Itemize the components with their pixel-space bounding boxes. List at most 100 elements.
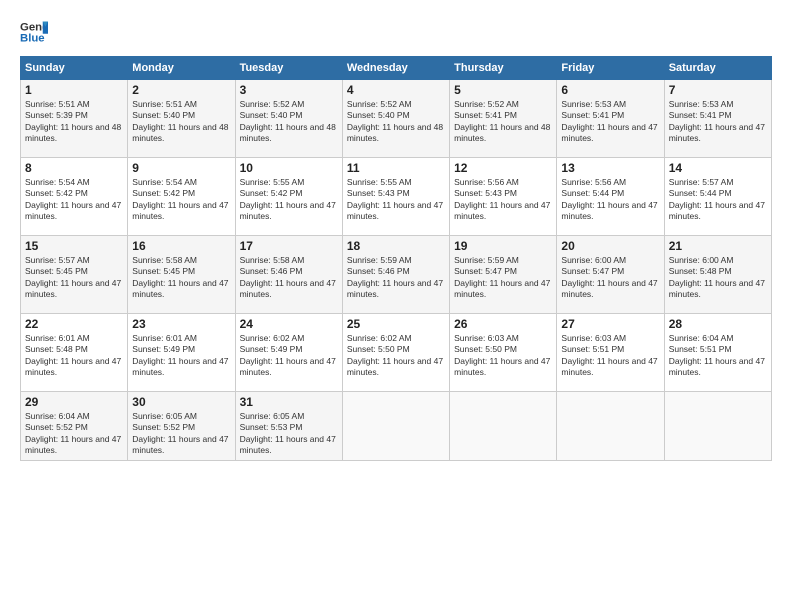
calendar-cell: 8 Sunrise: 5:54 AMSunset: 5:42 PMDaylight…	[21, 158, 128, 236]
calendar-cell: 22 Sunrise: 6:01 AMSunset: 5:48 PMDayligh…	[21, 314, 128, 392]
day-info: Sunrise: 6:02 AMSunset: 5:49 PMDaylight:…	[240, 333, 338, 379]
day-info: Sunrise: 5:56 AMSunset: 5:44 PMDaylight:…	[561, 177, 659, 223]
calendar-cell: 3Sunrise: 5:52 AMSunset: 5:40 PMDaylight…	[235, 80, 342, 158]
day-number: 13	[561, 161, 659, 175]
page: General Blue SundayMondayTuesdayWednesda…	[0, 0, 792, 612]
day-number: 18	[347, 239, 445, 253]
day-number: 29	[25, 395, 123, 409]
calendar-cell: 29 Sunrise: 6:04 AMSunset: 5:52 PMDayligh…	[21, 392, 128, 461]
day-number: 19	[454, 239, 552, 253]
day-info: Sunrise: 5:52 AMSunset: 5:41 PMDaylight:…	[454, 99, 552, 145]
day-info: Sunrise: 5:52 AMSunset: 5:40 PMDaylight:…	[347, 99, 445, 145]
day-number: 6	[561, 83, 659, 97]
svg-text:Blue: Blue	[20, 33, 45, 45]
calendar-cell: 30 Sunrise: 6:05 AMSunset: 5:52 PMDayligh…	[128, 392, 235, 461]
day-number: 17	[240, 239, 338, 253]
weekday-header-saturday: Saturday	[664, 57, 771, 80]
weekday-header-tuesday: Tuesday	[235, 57, 342, 80]
calendar-cell	[557, 392, 664, 461]
header: General Blue	[20, 18, 772, 46]
calendar-cell: 20Sunrise: 6:00 AMSunset: 5:47 PMDayligh…	[557, 236, 664, 314]
day-number: 23	[132, 317, 230, 331]
day-number: 16	[132, 239, 230, 253]
day-number: 8	[25, 161, 123, 175]
calendar-cell: 11 Sunrise: 5:55 AMSunset: 5:43 PMDayligh…	[342, 158, 449, 236]
weekday-header-row: SundayMondayTuesdayWednesdayThursdayFrid…	[21, 57, 772, 80]
calendar-cell	[450, 392, 557, 461]
day-number: 4	[347, 83, 445, 97]
day-number: 27	[561, 317, 659, 331]
day-info: Sunrise: 6:05 AMSunset: 5:53 PMDaylight:…	[240, 411, 338, 457]
weekday-header-monday: Monday	[128, 57, 235, 80]
calendar-cell: 23 Sunrise: 6:01 AMSunset: 5:49 PMDayligh…	[128, 314, 235, 392]
day-info: Sunrise: 5:53 AMSunset: 5:41 PMDaylight:…	[561, 99, 659, 145]
day-number: 28	[669, 317, 767, 331]
day-info: Sunrise: 5:59 AMSunset: 5:47 PMDaylight:…	[454, 255, 552, 301]
day-info: Sunrise: 5:51 AMSunset: 5:39 PMDaylight:…	[25, 99, 123, 145]
calendar-cell: 13 Sunrise: 5:56 AMSunset: 5:44 PMDayligh…	[557, 158, 664, 236]
calendar-cell: 4 Sunrise: 5:52 AMSunset: 5:40 PMDaylight…	[342, 80, 449, 158]
calendar-cell: 16Sunrise: 5:58 AMSunset: 5:45 PMDayligh…	[128, 236, 235, 314]
calendar-cell: 26 Sunrise: 6:03 AMSunset: 5:50 PMDayligh…	[450, 314, 557, 392]
day-info: Sunrise: 5:58 AMSunset: 5:46 PMDaylight:…	[240, 255, 338, 301]
day-info: Sunrise: 5:59 AMSunset: 5:46 PMDaylight:…	[347, 255, 445, 301]
day-info: Sunrise: 5:53 AMSunset: 5:41 PMDaylight:…	[669, 99, 767, 145]
day-info: Sunrise: 6:04 AMSunset: 5:51 PMDaylight:…	[669, 333, 767, 379]
week-row-1: 1 Sunrise: 5:51 AMSunset: 5:39 PMDaylight…	[21, 80, 772, 158]
day-info: Sunrise: 5:55 AMSunset: 5:42 PMDaylight:…	[240, 177, 338, 223]
weekday-header-wednesday: Wednesday	[342, 57, 449, 80]
day-number: 1	[25, 83, 123, 97]
week-row-3: 15Sunrise: 5:57 AMSunset: 5:45 PMDayligh…	[21, 236, 772, 314]
day-number: 5	[454, 83, 552, 97]
weekday-header-thursday: Thursday	[450, 57, 557, 80]
weekday-header-friday: Friday	[557, 57, 664, 80]
day-info: Sunrise: 5:52 AMSunset: 5:40 PMDaylight:…	[240, 99, 338, 145]
day-number: 25	[347, 317, 445, 331]
logo-icon: General Blue	[20, 18, 48, 46]
day-number: 9	[132, 161, 230, 175]
day-info: Sunrise: 5:54 AMSunset: 5:42 PMDaylight:…	[25, 177, 123, 223]
day-number: 20	[561, 239, 659, 253]
day-info: Sunrise: 6:05 AMSunset: 5:52 PMDaylight:…	[132, 411, 230, 457]
calendar-cell: 2Sunrise: 5:51 AMSunset: 5:40 PMDaylight…	[128, 80, 235, 158]
day-number: 30	[132, 395, 230, 409]
day-info: Sunrise: 6:01 AMSunset: 5:48 PMDaylight:…	[25, 333, 123, 379]
calendar-cell: 10 Sunrise: 5:55 AMSunset: 5:42 PMDayligh…	[235, 158, 342, 236]
calendar-cell: 28 Sunrise: 6:04 AMSunset: 5:51 PMDayligh…	[664, 314, 771, 392]
week-row-5: 29 Sunrise: 6:04 AMSunset: 5:52 PMDayligh…	[21, 392, 772, 461]
day-info: Sunrise: 6:04 AMSunset: 5:52 PMDaylight:…	[25, 411, 123, 457]
day-info: Sunrise: 6:00 AMSunset: 5:48 PMDaylight:…	[669, 255, 767, 301]
day-number: 10	[240, 161, 338, 175]
day-number: 11	[347, 161, 445, 175]
calendar-cell	[664, 392, 771, 461]
day-number: 31	[240, 395, 338, 409]
day-info: Sunrise: 6:03 AMSunset: 5:50 PMDaylight:…	[454, 333, 552, 379]
day-info: Sunrise: 5:55 AMSunset: 5:43 PMDaylight:…	[347, 177, 445, 223]
day-info: Sunrise: 6:02 AMSunset: 5:50 PMDaylight:…	[347, 333, 445, 379]
day-info: Sunrise: 5:54 AMSunset: 5:42 PMDaylight:…	[132, 177, 230, 223]
day-info: Sunrise: 6:01 AMSunset: 5:49 PMDaylight:…	[132, 333, 230, 379]
calendar-cell: 17 Sunrise: 5:58 AMSunset: 5:46 PMDayligh…	[235, 236, 342, 314]
day-number: 22	[25, 317, 123, 331]
calendar-cell: 31 Sunrise: 6:05 AMSunset: 5:53 PMDayligh…	[235, 392, 342, 461]
calendar-cell: 24 Sunrise: 6:02 AMSunset: 5:49 PMDayligh…	[235, 314, 342, 392]
calendar-cell: 14Sunrise: 5:57 AMSunset: 5:44 PMDayligh…	[664, 158, 771, 236]
day-info: Sunrise: 5:51 AMSunset: 5:40 PMDaylight:…	[132, 99, 230, 145]
day-number: 21	[669, 239, 767, 253]
week-row-4: 22 Sunrise: 6:01 AMSunset: 5:48 PMDayligh…	[21, 314, 772, 392]
calendar-cell: 19 Sunrise: 5:59 AMSunset: 5:47 PMDayligh…	[450, 236, 557, 314]
day-number: 24	[240, 317, 338, 331]
calendar-cell: 21 Sunrise: 6:00 AMSunset: 5:48 PMDayligh…	[664, 236, 771, 314]
day-number: 26	[454, 317, 552, 331]
weekday-header-sunday: Sunday	[21, 57, 128, 80]
calendar-cell: 6 Sunrise: 5:53 AMSunset: 5:41 PMDaylight…	[557, 80, 664, 158]
calendar-cell: 12Sunrise: 5:56 AMSunset: 5:43 PMDayligh…	[450, 158, 557, 236]
calendar-cell: 15Sunrise: 5:57 AMSunset: 5:45 PMDayligh…	[21, 236, 128, 314]
calendar-cell: 7Sunrise: 5:53 AMSunset: 5:41 PMDaylight…	[664, 80, 771, 158]
calendar-cell: 27Sunrise: 6:03 AMSunset: 5:51 PMDayligh…	[557, 314, 664, 392]
calendar-cell: 1 Sunrise: 5:51 AMSunset: 5:39 PMDaylight…	[21, 80, 128, 158]
logo: General Blue	[20, 18, 48, 46]
calendar-table: SundayMondayTuesdayWednesdayThursdayFrid…	[20, 56, 772, 461]
calendar-cell: 5 Sunrise: 5:52 AMSunset: 5:41 PMDaylight…	[450, 80, 557, 158]
day-number: 15	[25, 239, 123, 253]
